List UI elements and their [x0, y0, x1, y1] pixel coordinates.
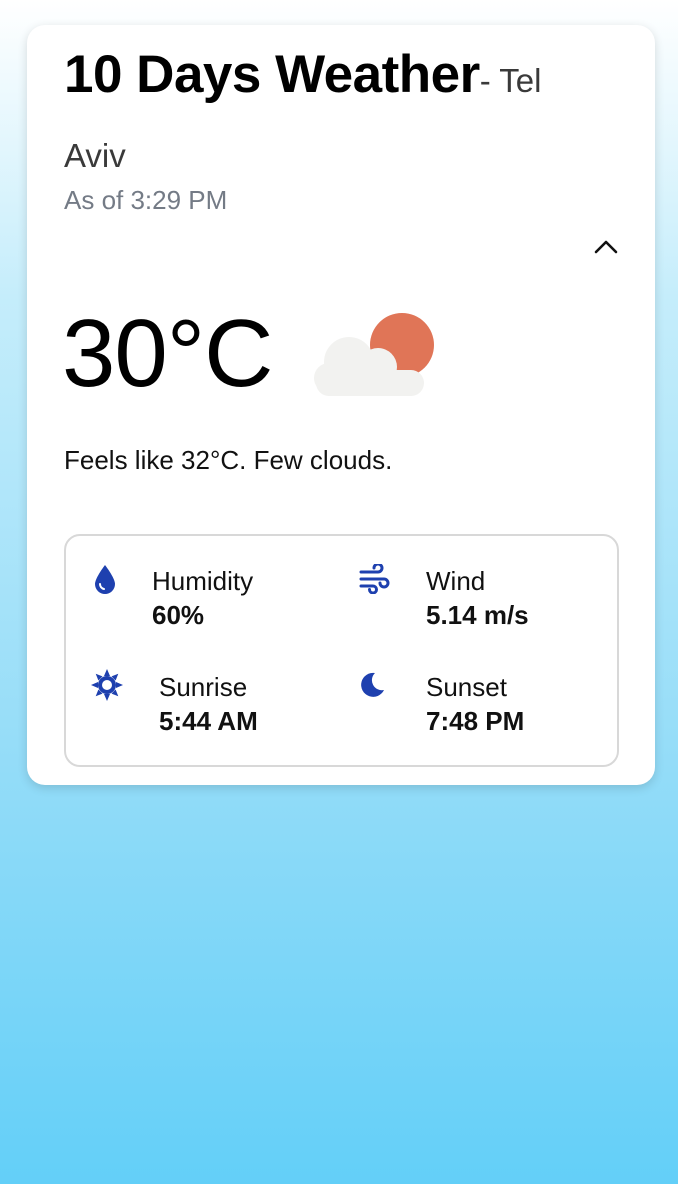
sunrise-value: 5:44 AM [159, 706, 258, 736]
wind-icon [357, 563, 391, 595]
few-clouds-icon [314, 313, 434, 396]
humidity-value: 60% [152, 600, 205, 630]
page-title: 10 Days Weather- Tel Aviv [64, 41, 604, 197]
humidity-label: Humidity [152, 566, 254, 596]
sun-icon [90, 668, 124, 702]
collapse-button[interactable] [587, 227, 625, 265]
title-main: 10 Days Weather [64, 45, 480, 104]
wind-label: Wind [426, 566, 486, 596]
feels-like-description: Feels like 32°C. Few clouds. [64, 445, 393, 475]
weather-card: 10 Days Weather- Tel Aviv As of 3:29 PM … [27, 25, 655, 785]
sunrise-label: Sunrise [159, 672, 248, 702]
chevron-up-icon [594, 240, 618, 254]
current-temperature: 30°C [62, 300, 273, 407]
moon-icon [357, 670, 387, 700]
updated-time: As of 3:29 PM [64, 185, 228, 215]
water-drop-icon [90, 563, 120, 595]
sunset-value: 7:48 PM [426, 706, 525, 736]
weather-details-panel: Humidity 60% Wind 5.14 m/s Sunrise 5:44 … [64, 534, 619, 767]
sunset-label: Sunset [426, 672, 507, 702]
wind-value: 5.14 m/s [426, 600, 529, 630]
